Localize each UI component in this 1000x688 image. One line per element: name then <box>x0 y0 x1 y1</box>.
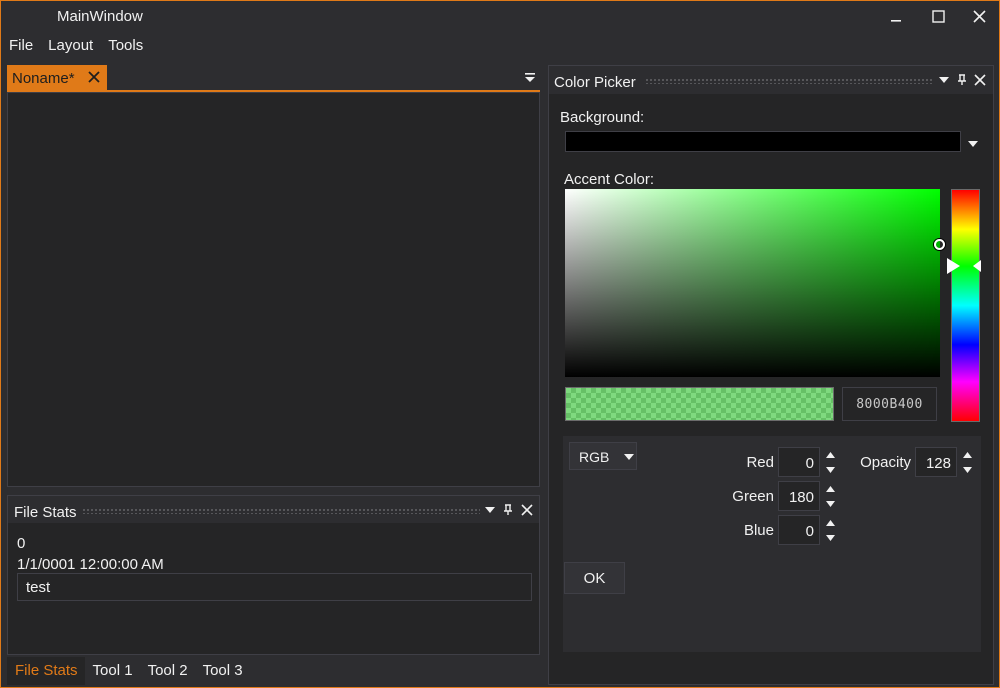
ok-button[interactable]: OK <box>564 562 625 594</box>
close-icon <box>972 9 986 23</box>
background-color-select[interactable] <box>565 131 961 152</box>
opacity-input[interactable]: 128 <box>915 447 957 477</box>
spin-down-icon[interactable] <box>822 496 838 511</box>
menu-file[interactable]: File <box>1 33 40 59</box>
title-bar[interactable]: MainWindow <box>1 1 999 31</box>
pin-icon <box>958 74 966 85</box>
green-spinner[interactable] <box>822 481 838 511</box>
background-dropdown-button[interactable] <box>967 136 979 147</box>
red-spinner[interactable] <box>822 447 838 477</box>
background-label: Background: <box>560 109 645 126</box>
chevron-down-icon <box>968 141 978 147</box>
chevron-down-icon <box>485 507 495 513</box>
color-picker-pin-button[interactable] <box>955 73 969 87</box>
document-list-button[interactable] <box>523 71 537 85</box>
hue-slider-handle[interactable] <box>946 257 962 275</box>
red-label: Red <box>746 454 774 471</box>
green-label: Green <box>732 488 774 505</box>
document-tab-close-button[interactable] <box>86 69 102 85</box>
chevron-down-icon <box>939 77 949 83</box>
maximize-button[interactable] <box>918 1 958 31</box>
close-icon <box>88 71 100 83</box>
menu-bar: File Layout Tools <box>1 33 150 59</box>
file-stats-menu-button[interactable] <box>483 503 497 517</box>
close-button[interactable] <box>959 1 999 31</box>
minimize-button[interactable] <box>876 1 916 31</box>
tab-file-stats[interactable]: File Stats <box>7 657 85 685</box>
tab-tool-3[interactable]: Tool 3 <box>195 657 250 685</box>
opacity-spinner[interactable] <box>959 447 975 477</box>
spin-down-icon[interactable] <box>822 530 838 545</box>
document-tab-label: Noname* <box>12 70 75 87</box>
maximize-icon <box>931 9 945 23</box>
blue-input[interactable]: 0 <box>778 515 820 545</box>
drag-grip[interactable] <box>82 508 480 514</box>
file-stats-close-button[interactable] <box>520 503 534 517</box>
file-size-value: 0 <box>17 535 26 552</box>
green-input[interactable]: 180 <box>778 481 820 511</box>
minimize-icon <box>891 20 901 22</box>
pin-icon <box>504 504 512 515</box>
spin-up-icon[interactable] <box>822 481 838 496</box>
color-picker-menu-button[interactable] <box>937 73 951 87</box>
color-picker-header[interactable]: Color Picker <box>549 66 993 94</box>
color-selector-handle[interactable] <box>934 239 945 250</box>
tab-tool-2[interactable]: Tool 2 <box>140 657 195 685</box>
color-picker-close-button[interactable] <box>973 73 987 87</box>
file-stats-title: File Stats <box>14 504 77 521</box>
saturation-value-area[interactable] <box>565 189 940 377</box>
file-text-field[interactable]: test <box>17 573 532 601</box>
close-icon <box>974 74 986 86</box>
chevron-down-icon <box>525 73 535 82</box>
file-stats-panel: File Stats 0 1/1/0001 12:00:00 AM test <box>7 495 540 655</box>
color-picker-panel: Color Picker Background: Accent Color: 8… <box>548 65 994 685</box>
color-channel-panel: RGB Red 0 Green 180 Blue 0 Opacity 128 O… <box>563 436 981 652</box>
menu-tools[interactable]: Tools <box>100 33 150 59</box>
hue-slider-handle-right[interactable] <box>972 259 982 273</box>
color-mode-value: RGB <box>579 449 610 465</box>
hex-value-field[interactable]: 8000B400 <box>842 387 937 421</box>
main-window: MainWindow File Layout Tools Noname* Fil… <box>0 0 1000 688</box>
close-icon <box>521 504 533 516</box>
spin-up-icon[interactable] <box>822 515 838 530</box>
menu-layout[interactable]: Layout <box>40 33 100 59</box>
color-preview-fill <box>566 388 833 420</box>
spin-down-icon[interactable] <box>959 462 975 477</box>
chevron-down-icon <box>624 454 634 460</box>
spin-up-icon[interactable] <box>959 447 975 462</box>
tab-tool-1[interactable]: Tool 1 <box>85 657 140 685</box>
red-input[interactable]: 0 <box>778 447 820 477</box>
opacity-label: Opacity <box>860 454 911 471</box>
color-preview-swatch <box>565 387 834 421</box>
accent-color-label: Accent Color: <box>564 171 655 188</box>
blue-spinner[interactable] <box>822 515 838 545</box>
file-stats-header[interactable]: File Stats <box>8 496 539 523</box>
spin-down-icon[interactable] <box>822 462 838 477</box>
color-picker-title: Color Picker <box>554 74 636 91</box>
file-date-value: 1/1/0001 12:00:00 AM <box>17 556 164 573</box>
tool-tab-strip: File Stats Tool 1 Tool 2 Tool 3 <box>7 657 250 685</box>
document-tab-strip: Noname* <box>6 65 541 92</box>
hue-slider[interactable] <box>951 189 980 422</box>
file-stats-pin-button[interactable] <box>501 503 515 517</box>
drag-grip[interactable] <box>645 78 933 84</box>
window-title: MainWindow <box>57 8 143 25</box>
blue-label: Blue <box>743 522 774 539</box>
spin-up-icon[interactable] <box>822 447 838 462</box>
color-mode-select[interactable]: RGB <box>569 442 637 470</box>
document-content[interactable] <box>7 92 540 487</box>
document-tab-noname[interactable]: Noname* <box>7 65 107 90</box>
